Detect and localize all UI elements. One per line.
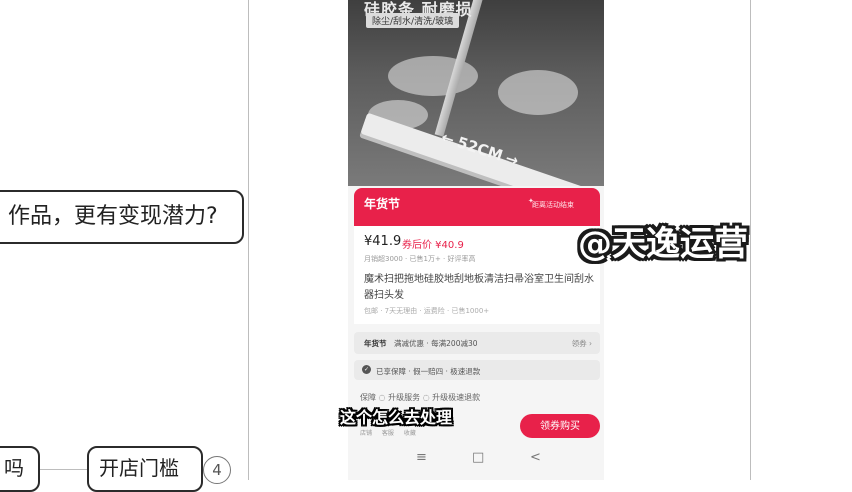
product-title[interactable]: 魔术扫把拖地硅胶地刮地板清洁扫帚浴室卫生间刮水器扫头发 xyxy=(364,272,596,304)
bottom-shortcuts[interactable]: 店铺 客服 收藏 xyxy=(360,428,416,437)
promotion-text: 满减优惠 · 每满200减30 xyxy=(394,339,478,348)
promo-title: 年货节 xyxy=(364,197,401,211)
guarantee-row[interactable]: ✓ 已享保障 · 假一赔四 · 极速退款 xyxy=(354,360,600,380)
guarantee-text: 已享保障 · 假一赔四 · 极速退款 xyxy=(376,367,481,376)
product-info-card: ¥41.9 券后价 ¥40.9 月销超3000 · 已售1万+ · 好评率高 魔… xyxy=(354,226,600,324)
coupon-price: 券后价 ¥40.9 xyxy=(402,240,464,251)
mindmap-node-question[interactable]: 吗 xyxy=(0,446,40,492)
price: ¥41.9 xyxy=(364,234,402,249)
mindmap-node-store-threshold[interactable]: 开店门槛 xyxy=(87,446,203,492)
mindmap-line-vertical-left xyxy=(248,0,249,480)
mindmap-connector xyxy=(40,469,87,470)
service-row[interactable]: 保障 ◌ 升级服务 ◌ 升级极速退款 xyxy=(360,392,480,403)
mindmap-node-monetization[interactable]: 作品，更有变现潜力? xyxy=(0,190,244,244)
promo-banner[interactable]: 年货节 ✦ 距离活动结束 xyxy=(354,188,600,226)
promotion-row[interactable]: 年货节 满减优惠 · 每满200减30 领券 › xyxy=(354,332,600,354)
product-image[interactable]: 硅胶条 耐磨损 除尘/刮水/清洗/玻璃 52CM xyxy=(348,0,604,186)
back-icon[interactable]: < xyxy=(530,450,541,465)
buy-button[interactable]: 领券购买 xyxy=(520,414,600,438)
video-caption: 这个怎么去处理 xyxy=(340,408,453,427)
system-nav-bar: ≡ □ < xyxy=(348,448,604,472)
product-meta: 包邮 · 7天无理由 · 运费险 · 已售1000+ xyxy=(364,307,490,315)
image-subline: 除尘/刮水/清洗/玻璃 xyxy=(366,13,460,28)
menu-icon[interactable]: ≡ xyxy=(416,450,427,465)
mindmap-line-vertical-right xyxy=(750,0,751,480)
promo-countdown: 距离活动结束 xyxy=(532,201,574,209)
watermark: @天逸运营 xyxy=(578,224,748,264)
water-splash xyxy=(498,70,578,115)
coupon-link[interactable]: 领券 › xyxy=(572,338,592,349)
promotion-tag: 年货节 xyxy=(364,339,387,348)
check-icon: ✓ xyxy=(362,365,371,374)
sales-stats: 月销超3000 · 已售1万+ · 好评率高 xyxy=(364,255,476,263)
home-icon[interactable]: □ xyxy=(472,450,484,465)
